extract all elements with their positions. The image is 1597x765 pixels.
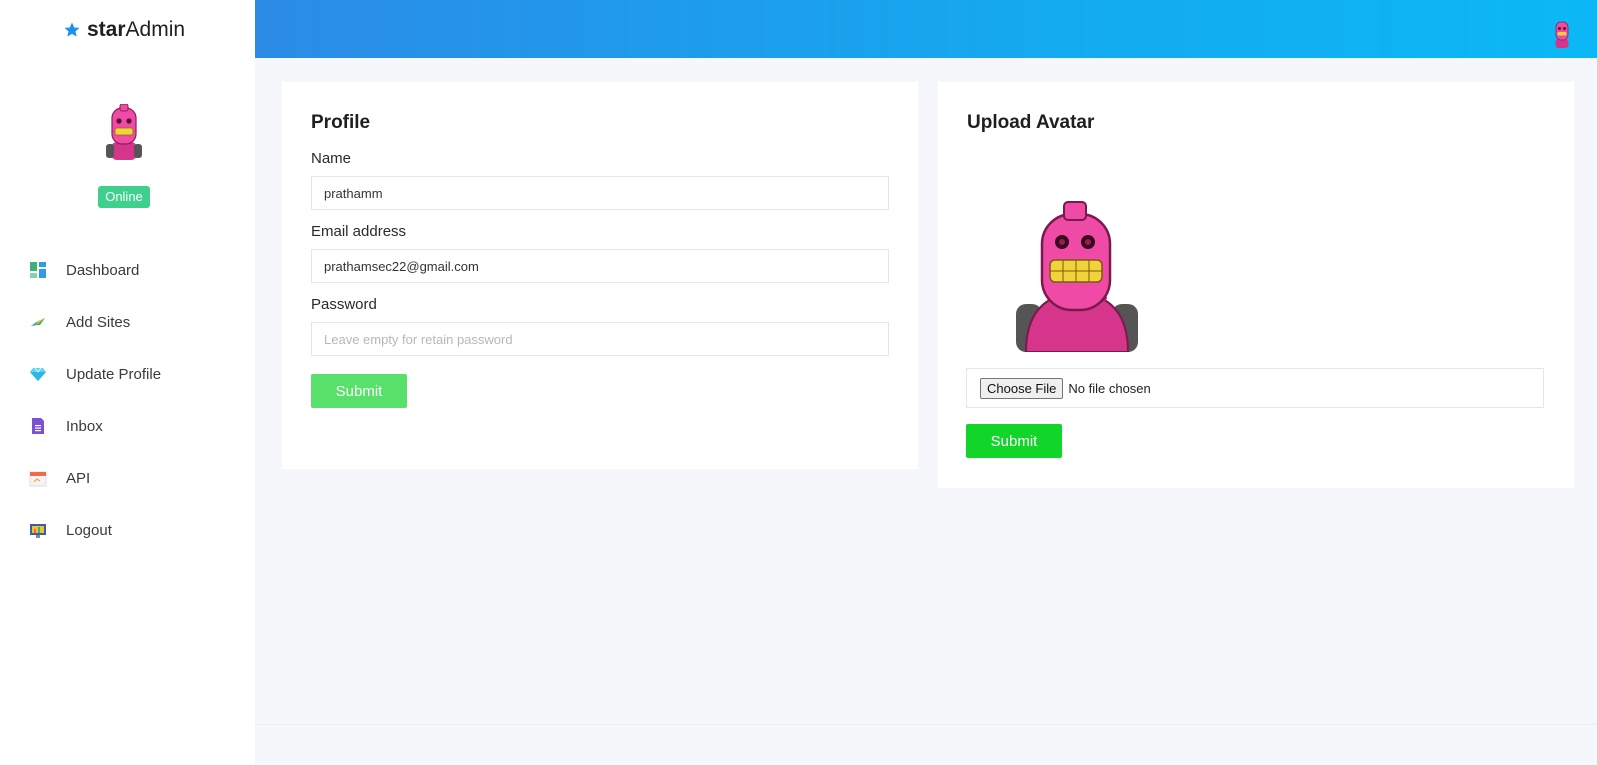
sidebar-item-label: Update Profile <box>66 365 162 383</box>
email-label: Email address <box>311 223 407 240</box>
sidebar-nav: Dashboard Add Sites Update Profile Inbox… <box>0 244 255 556</box>
add-sites-icon <box>31 318 45 326</box>
footer-divider <box>255 724 1597 725</box>
name-field[interactable] <box>311 176 889 210</box>
sidebar-item-label: Inbox <box>66 417 103 435</box>
name-label: Name <box>311 150 352 167</box>
sidebar-item-label: API <box>66 469 91 487</box>
sidebar-item-dashboard[interactable]: Dashboard <box>0 244 255 296</box>
dashboard-icon <box>30 262 46 278</box>
profile-card: Profile Name Email address Password Subm… <box>282 82 918 469</box>
brand-name-bold: star <box>87 18 126 41</box>
sidebar-item-label: Dashboard <box>66 261 140 279</box>
calendar-icon <box>29 471 47 487</box>
sidebar-item-update-profile[interactable]: Update Profile <box>0 348 255 400</box>
file-input: Choose File No file chosen <box>966 368 1544 408</box>
password-label: Password <box>311 296 377 313</box>
logout-icon <box>30 524 46 538</box>
upload-avatar-card: Upload Avatar Choose File No file chosen… <box>938 82 1574 488</box>
sidebar: star Admin Online Dashboard Add Sites Up… <box>0 0 255 765</box>
avatar-submit-button[interactable]: Submit <box>966 424 1062 458</box>
sidebar-item-label: Logout <box>66 521 112 539</box>
star-icon <box>64 22 80 37</box>
brand-name-light: Admin <box>125 18 186 41</box>
profile-submit-button[interactable]: Submit <box>311 374 407 408</box>
sidebar-item-logout[interactable]: Logout <box>0 504 255 556</box>
avatar-preview <box>1016 201 1138 352</box>
status-badge: Online <box>98 186 150 208</box>
sidebar-item-label: Add Sites <box>66 313 131 331</box>
choose-file-button[interactable]: Choose File <box>980 377 1064 399</box>
profile-avatar-icon[interactable] <box>1551 20 1573 48</box>
brand-logo[interactable]: star Admin <box>63 18 185 42</box>
profile-title: Profile <box>311 112 371 133</box>
diamond-icon <box>30 367 46 381</box>
inbox-icon <box>32 418 44 434</box>
sidebar-item-add-sites[interactable]: Add Sites <box>0 296 255 348</box>
user-avatar[interactable] <box>103 104 145 160</box>
top-navbar <box>255 0 1597 58</box>
email-field[interactable] <box>311 249 889 283</box>
password-field[interactable] <box>311 322 889 356</box>
upload-avatar-title: Upload Avatar <box>967 112 1095 133</box>
sidebar-item-inbox[interactable]: Inbox <box>0 400 255 452</box>
sidebar-item-api[interactable]: API <box>0 452 255 504</box>
file-status-text: No file chosen <box>1068 380 1151 396</box>
